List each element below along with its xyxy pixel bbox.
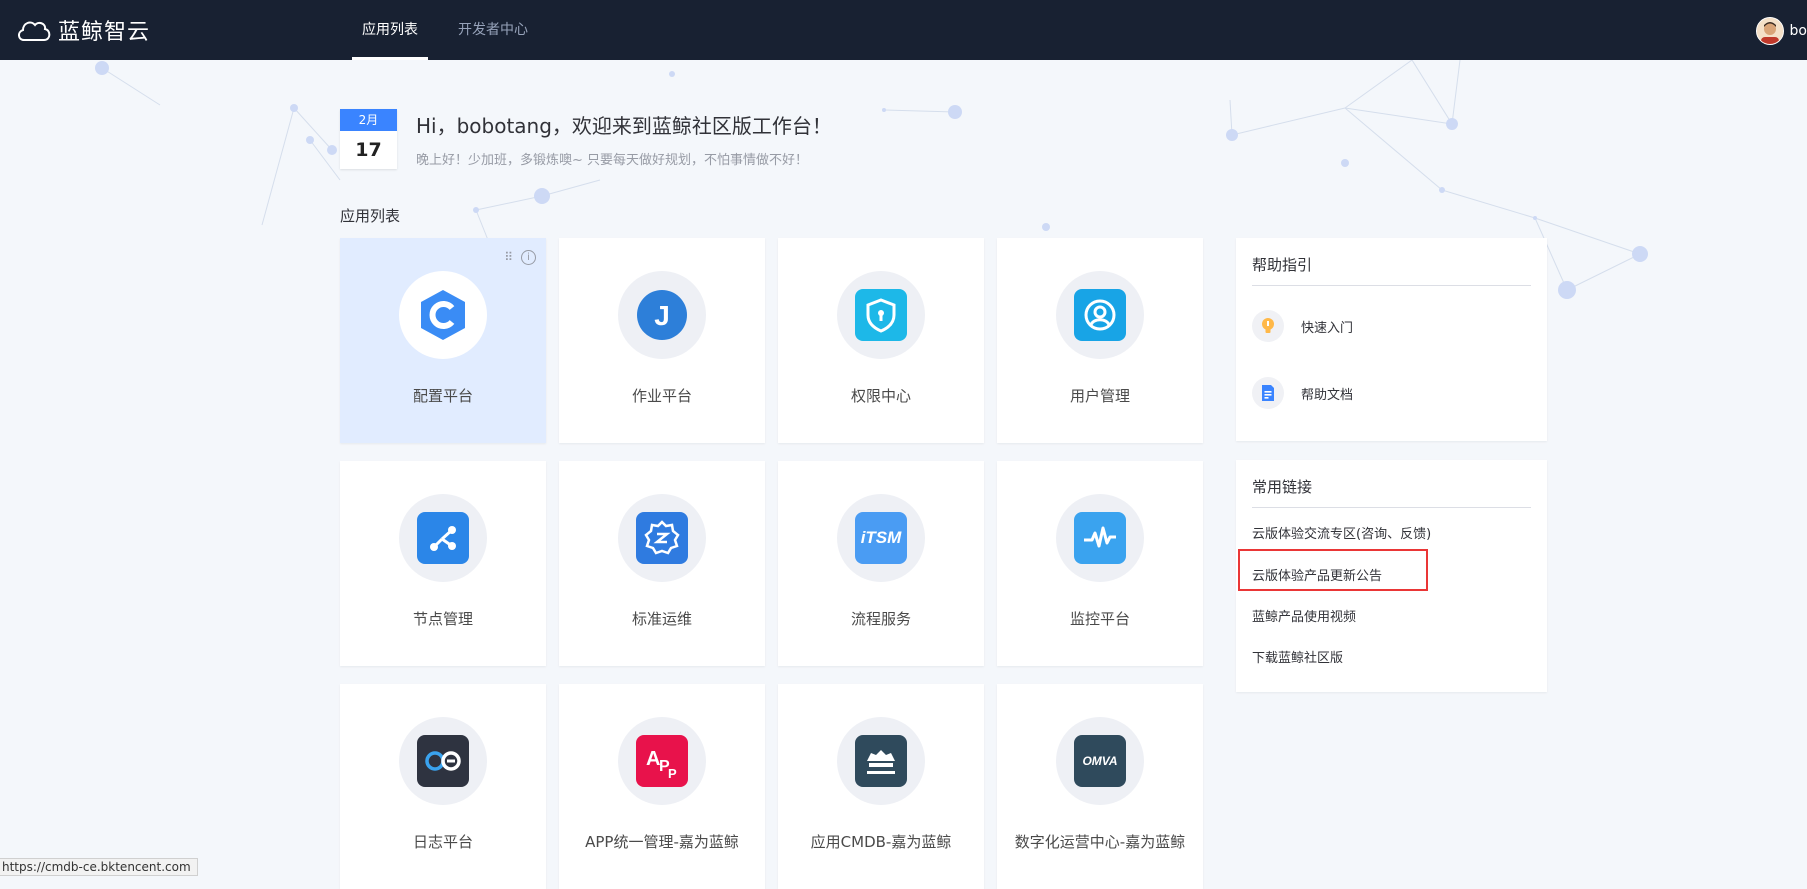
node-manage-icon xyxy=(430,526,456,551)
highlight-box xyxy=(1238,549,1428,591)
omva-icon: OMVA xyxy=(1082,754,1118,768)
user-menu[interactable]: bo xyxy=(1755,17,1807,45)
app-card-app-manage[interactable]: A P P APP统一管理-嘉为蓝鲸 xyxy=(559,684,765,889)
app-cmdb-icon xyxy=(867,750,895,774)
help-guide-title: 帮助指引 xyxy=(1252,256,1313,274)
job-icon: J xyxy=(637,290,687,340)
log-icon xyxy=(425,751,461,771)
app-name: 流程服务 xyxy=(850,610,911,628)
divider xyxy=(1252,285,1531,286)
app-name: 用户管理 xyxy=(1069,387,1130,405)
app-card-monitor[interactable]: 监控平台 xyxy=(997,461,1203,666)
app-card-node-manage[interactable]: 节点管理 xyxy=(340,461,546,666)
app-card-omva[interactable]: OMVA 数字化运营中心-嘉为蓝鲸 xyxy=(997,684,1203,889)
avatar[interactable] xyxy=(1755,17,1784,45)
svg-text:J: J xyxy=(654,300,670,331)
greeting-subtitle: 晚上好！少加班，多锻炼噢~ 只要每天做好规划，不怕事情做不好！ xyxy=(416,153,809,168)
help-item-docs[interactable]: 帮助文档 xyxy=(1252,377,1353,409)
app-card-job[interactable]: J 作业平台 xyxy=(559,238,765,443)
link-community-feedback[interactable]: 云版体验交流专区(咨询、反馈) xyxy=(1252,523,1431,542)
status-url: https://cmdb-ce.bktencent.com xyxy=(0,858,198,876)
app-list-title: 应用列表 xyxy=(340,207,401,225)
date-month: 2月 xyxy=(340,109,397,131)
sops-icon xyxy=(644,520,680,555)
card-tools: ⠿ i xyxy=(504,250,536,265)
date-day: 17 xyxy=(355,139,382,161)
brand-logo[interactable]: 蓝鲸智云 xyxy=(16,16,151,45)
divider xyxy=(1252,507,1531,508)
help-item-quick-start[interactable]: 快速入门 xyxy=(1252,310,1353,342)
date-card: 2月 17 xyxy=(340,109,397,169)
app-name: 作业平台 xyxy=(631,387,692,405)
app-card-iam[interactable]: 权限中心 xyxy=(778,238,984,443)
user-name: bo xyxy=(1789,23,1807,39)
link-product-videos[interactable]: 蓝鲸产品使用视频 xyxy=(1252,606,1356,625)
tab-developer-center[interactable]: 开发者中心 xyxy=(458,0,528,60)
app-manage-icon: A P P xyxy=(646,748,677,781)
tab-app-list[interactable]: 应用列表 xyxy=(352,0,428,60)
app-name: 权限中心 xyxy=(850,387,911,405)
drag-handle-icon[interactable]: ⠿ xyxy=(504,250,513,265)
app-card-sops[interactable]: 标准运维 xyxy=(559,461,765,666)
monitor-icon xyxy=(1084,526,1116,548)
svg-text:P: P xyxy=(668,766,677,781)
app-card-app-cmdb[interactable]: 应用CMDB-嘉为蓝鲸 xyxy=(778,684,984,889)
greeting-title: Hi，bobotang，欢迎来到蓝鲸社区版工作台！ xyxy=(416,114,832,138)
brand-name: 蓝鲸智云 xyxy=(58,20,151,45)
app-card-log[interactable]: 日志平台 xyxy=(340,684,546,889)
help-item-label: 快速入门 xyxy=(1301,320,1354,336)
common-links-title: 常用链接 xyxy=(1252,478,1313,496)
app-card-itsm[interactable]: iTSM 流程服务 xyxy=(778,461,984,666)
info-icon[interactable]: i xyxy=(521,250,536,265)
document-icon xyxy=(1262,385,1274,401)
app-name: 应用CMDB-嘉为蓝鲸 xyxy=(810,833,952,851)
help-guide-panel: 帮助指引 快速入门 帮助文档 xyxy=(1236,238,1547,441)
app-name: 数字化运营中心-嘉为蓝鲸 xyxy=(1014,833,1186,851)
app-name: 监控平台 xyxy=(1069,610,1130,628)
app-name: 配置平台 xyxy=(412,387,473,405)
app-card-user-manage[interactable]: 用户管理 xyxy=(997,238,1203,443)
app-name: APP统一管理-嘉为蓝鲸 xyxy=(585,833,739,851)
lightbulb-icon xyxy=(1262,318,1274,333)
app-name: 节点管理 xyxy=(412,610,473,628)
iam-shield-icon xyxy=(866,298,896,333)
app-name: 标准运维 xyxy=(631,610,692,628)
app-card-cmdb[interactable]: ⠿ i 配置平台 xyxy=(340,238,546,443)
cmdb-icon xyxy=(421,290,465,340)
itsm-icon: iTSM xyxy=(860,528,902,547)
cloud-logo-icon xyxy=(18,21,51,41)
help-item-label: 帮助文档 xyxy=(1301,387,1354,403)
user-manage-icon xyxy=(1084,299,1116,331)
link-download-community[interactable]: 下载蓝鲸社区版 xyxy=(1252,647,1343,666)
top-navbar: 蓝鲸智云 应用列表 开发者中心 bo xyxy=(0,0,1807,60)
app-name: 日志平台 xyxy=(412,833,473,851)
